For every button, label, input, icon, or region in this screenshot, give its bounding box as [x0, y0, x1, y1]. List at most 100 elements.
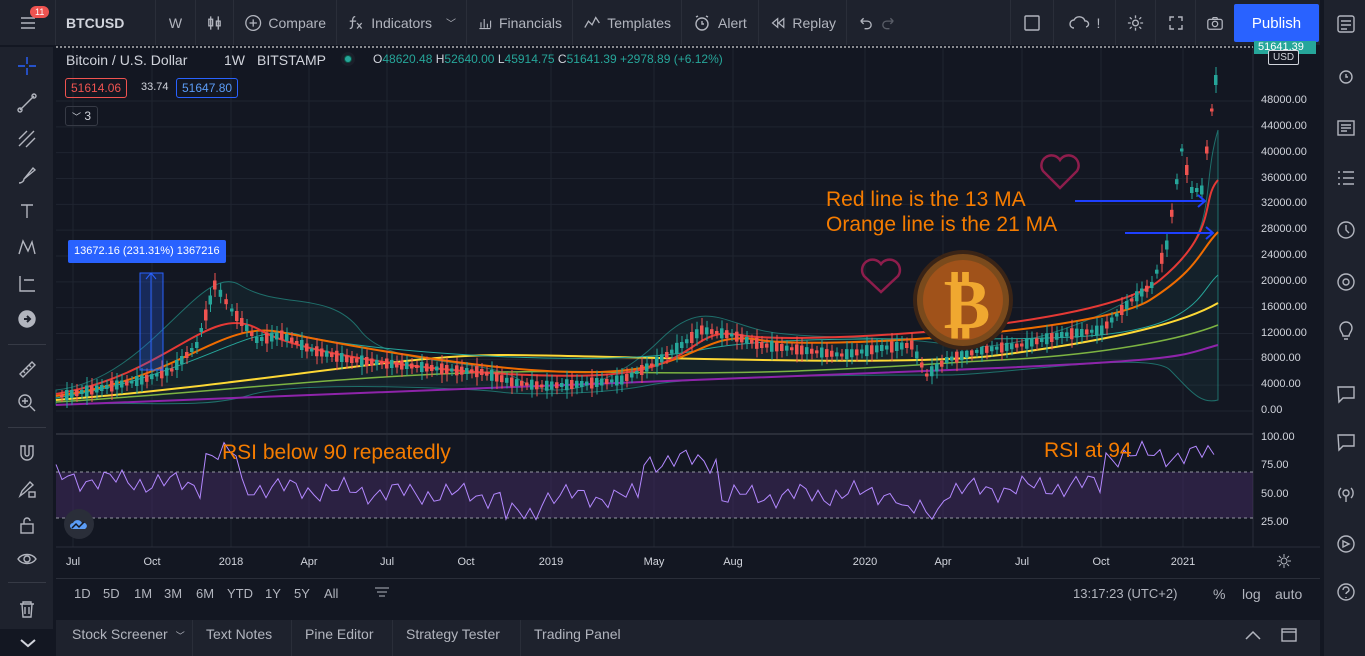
note-red-line[interactable]: Red line is the 13 MA — [826, 188, 1026, 212]
axis-settings[interactable] — [1276, 553, 1292, 572]
heart-icon — [860, 258, 902, 294]
calendar-range-icon — [375, 587, 389, 597]
rsi-tick-label: 25.00 — [1261, 516, 1289, 528]
range-5y[interactable]: 5Y — [294, 586, 310, 601]
date-range-button[interactable] — [373, 584, 391, 603]
price-tick-label: 24000.00 — [1261, 249, 1307, 261]
signal-icon — [1337, 535, 1355, 553]
note-orange-line[interactable]: Orange line is the 21 MA — [826, 213, 1057, 237]
collapse-panel[interactable] — [0, 629, 55, 656]
chevron-up-icon — [1245, 630, 1261, 640]
data-window-icon — [1338, 171, 1354, 185]
log-scale[interactable]: log — [1242, 586, 1261, 602]
rsi-tick-label: 75.00 — [1261, 459, 1289, 472]
chevron-down-icon: ﹀ — [175, 631, 185, 641]
time-tick-label: Oct — [457, 556, 475, 568]
open-value: 48620.48 — [382, 52, 433, 66]
tab-stock-screener[interactable]: Stock Screener ﹀ — [72, 626, 185, 642]
news-button[interactable] — [1332, 114, 1360, 142]
watchlist-button[interactable] — [1332, 10, 1360, 38]
clock[interactable]: 13:17:23 (UTC+2) — [1073, 586, 1177, 601]
message-icon — [1337, 434, 1355, 452]
price-tick-label: 0.00 — [1261, 404, 1283, 416]
price-tick-label: 44000.00 — [1261, 119, 1307, 132]
ideas-button[interactable] — [1332, 318, 1360, 346]
alerts-panel-button[interactable] — [1332, 62, 1360, 90]
exchange: BITSTAMP — [257, 52, 326, 68]
chat-button[interactable] — [1332, 380, 1360, 408]
time-tick-label: Aug — [723, 556, 743, 568]
symbol-title[interactable]: Bitcoin / U.S. Dollar — [66, 52, 187, 68]
range-1y[interactable]: 1Y — [265, 586, 281, 601]
streams-button[interactable] — [1332, 480, 1360, 508]
maximize-panel[interactable] — [1280, 626, 1298, 647]
time-tick-label: Jul — [379, 556, 395, 568]
data-window-button[interactable] — [1332, 164, 1360, 192]
tab-text-notes[interactable]: Text Notes — [206, 626, 272, 642]
auto-scale[interactable]: auto — [1275, 586, 1302, 602]
trash-icon — [20, 601, 34, 618]
spread: 33.74 — [141, 81, 169, 93]
time-tick-label: May — [643, 556, 665, 568]
time-tick-label: Jul — [1014, 556, 1030, 568]
list-icon — [1337, 15, 1355, 33]
calendar-button[interactable] — [1332, 268, 1360, 296]
range-3m[interactable]: 3M — [164, 586, 182, 601]
range-5d[interactable]: 5D — [103, 586, 120, 601]
time-tick-label: Apr — [934, 556, 952, 568]
price-tick-label: 40000.00 — [1261, 145, 1307, 158]
price-tick-label: 4000.00 — [1261, 378, 1301, 391]
range-1d[interactable]: 1D — [74, 586, 91, 601]
remove-drawings[interactable] — [13, 595, 41, 623]
expand-panel[interactable] — [1243, 628, 1263, 645]
timeframe: 1W — [224, 52, 245, 68]
time-tick-label: Apr — [300, 556, 318, 568]
chevron-down-icon — [19, 638, 36, 647]
buy-price[interactable]: 51647.80 — [176, 78, 239, 98]
time-tick-label: 2019 — [538, 556, 564, 568]
cloud-logo-icon — [70, 520, 87, 529]
svg-text:₿: ₿ — [944, 263, 991, 345]
indicators-count: 3 — [84, 109, 92, 123]
indicators-toggle[interactable]: ﹀ 3 — [65, 106, 99, 126]
percent-scale[interactable]: % — [1213, 586, 1225, 602]
lightbulb-icon — [1339, 321, 1353, 340]
close-label: C — [557, 52, 567, 66]
close-value: 51641.39 — [566, 52, 617, 66]
price-tick-label: 12000.00 — [1261, 326, 1307, 339]
ohlc-values: O48620.48 H52640.00 L45914.75 C51641.39 … — [373, 52, 723, 66]
hotlists-button[interactable] — [1332, 216, 1360, 244]
bitcoin-coin-icon: ₿ — [913, 250, 1013, 350]
change-value: +2978.89 (+6.12%) — [620, 52, 723, 66]
time-tick-label: 2018 — [218, 556, 244, 568]
time-tick-label: Oct — [143, 556, 161, 568]
price-tick-label: 36000.00 — [1261, 171, 1307, 184]
heart-icon — [1040, 154, 1080, 190]
price-tick-label: 32000.00 — [1261, 197, 1307, 210]
right-sidebar — [1320, 0, 1365, 656]
measure-label: 13672.16 (231.31%) 1367216 — [68, 240, 226, 263]
tab-trading-panel[interactable]: Trading Panel — [534, 626, 621, 642]
symbol-name: Bitcoin / U.S. Dollar — [66, 52, 188, 68]
rsi-tick-label: 100.00 — [1261, 431, 1295, 443]
gear-icon — [1277, 554, 1291, 568]
news-icon — [1337, 120, 1355, 136]
note-rsi-below[interactable]: RSI below 90 repeatedly — [222, 441, 451, 465]
help-button[interactable] — [1332, 578, 1360, 606]
currency-badge[interactable]: USD — [1268, 50, 1300, 65]
range-6m[interactable]: 6M — [196, 586, 214, 601]
signals-button[interactable] — [1332, 530, 1360, 558]
tab-pine-editor[interactable]: Pine Editor — [305, 626, 373, 642]
sell-price[interactable]: 51614.06 — [65, 78, 128, 98]
tab-strategy-tester[interactable]: Strategy Tester — [406, 626, 500, 642]
private-chat-button[interactable] — [1332, 428, 1360, 456]
market-status-icon[interactable] — [341, 52, 355, 66]
tradingview-logo[interactable] — [64, 509, 94, 539]
note-rsi-at[interactable]: RSI at 94 — [1044, 439, 1132, 463]
range-ytd[interactable]: YTD — [227, 586, 253, 601]
clock-icon — [1337, 221, 1355, 239]
price-tick-label: 48000.00 — [1261, 94, 1307, 106]
range-all[interactable]: All — [324, 586, 338, 601]
range-1m[interactable]: 1M — [134, 586, 152, 601]
chevron-down-icon: ﹀ — [72, 112, 82, 122]
